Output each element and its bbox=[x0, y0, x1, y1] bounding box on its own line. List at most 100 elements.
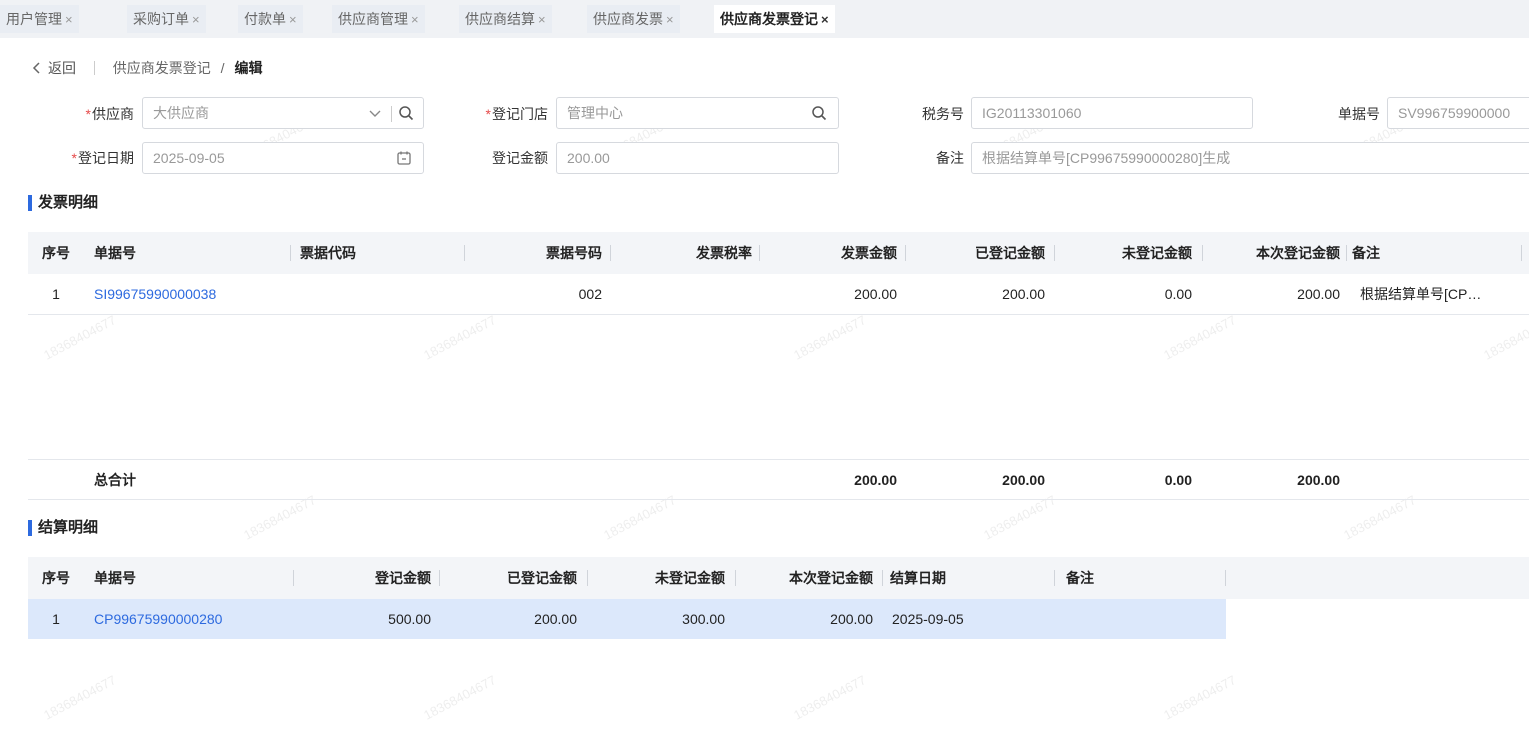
search-icon[interactable] bbox=[811, 105, 827, 121]
tab-label: 采购订单 bbox=[133, 11, 189, 27]
tab-payment[interactable]: 付款单 × bbox=[238, 5, 303, 33]
row-seq: 1 bbox=[52, 611, 60, 627]
supplier-label-text: 供应商 bbox=[92, 106, 134, 122]
close-icon[interactable]: × bbox=[289, 12, 297, 27]
row-number: 002 bbox=[578, 286, 602, 302]
close-icon[interactable]: × bbox=[538, 12, 546, 27]
close-icon[interactable]: × bbox=[65, 12, 73, 27]
supplier-select[interactable] bbox=[142, 97, 424, 129]
row-doc-no-link[interactable]: SI99675990000038 bbox=[94, 274, 284, 314]
reg-date-label: *登记日期 bbox=[40, 142, 134, 174]
divider bbox=[391, 106, 392, 122]
remark-input[interactable] bbox=[972, 143, 1529, 173]
required-mark: * bbox=[485, 106, 491, 122]
remark-field[interactable] bbox=[971, 142, 1529, 174]
close-icon[interactable]: × bbox=[411, 12, 419, 27]
search-icon[interactable] bbox=[398, 105, 414, 121]
total-registered: 200.00 bbox=[1002, 472, 1045, 488]
close-icon[interactable]: × bbox=[821, 12, 829, 27]
calendar-icon[interactable] bbox=[396, 150, 412, 166]
reg-date-input[interactable] bbox=[143, 143, 423, 173]
col-amount: 发票金额 bbox=[841, 245, 897, 261]
tab-label: 供应商发票登记 bbox=[720, 11, 818, 27]
tab-label: 供应商管理 bbox=[338, 11, 408, 27]
breadcrumb: 返回 供应商发票登记 / 编辑 bbox=[32, 57, 262, 79]
store-label-text: 登记门店 bbox=[492, 106, 548, 122]
total-unregistered: 0.00 bbox=[1164, 472, 1192, 488]
breadcrumb-divider: / bbox=[220, 60, 225, 76]
col-divider bbox=[1521, 245, 1522, 261]
col-divider bbox=[905, 245, 906, 261]
tax-no-field[interactable] bbox=[971, 97, 1253, 129]
row-code bbox=[300, 274, 460, 314]
tab-label: 供应商结算 bbox=[465, 11, 535, 27]
col-divider bbox=[759, 245, 760, 261]
row-unregistered: 0.00 bbox=[1164, 286, 1192, 302]
tab-purchase-order[interactable]: 采购订单 × bbox=[127, 5, 206, 33]
doc-no-label: 单据号 bbox=[1338, 106, 1380, 122]
settle-section-title: 结算明细 bbox=[28, 518, 98, 538]
settle-table-header: 序号 单据号 登记金额 已登记金额 未登记金额 本次登记金额 结算日期 备注 bbox=[28, 557, 1529, 599]
total-this-time: 200.00 bbox=[1297, 472, 1340, 488]
back-label: 返回 bbox=[48, 60, 76, 76]
store-input[interactable] bbox=[557, 98, 838, 128]
col-seq: 序号 bbox=[42, 570, 70, 586]
invoice-section-title: 发票明细 bbox=[28, 193, 98, 213]
back-button[interactable]: 返回 bbox=[32, 60, 80, 76]
col-seq: 序号 bbox=[42, 245, 70, 261]
col-registered: 已登记金额 bbox=[507, 570, 577, 586]
tab-supplier-invoice[interactable]: 供应商发票 × bbox=[587, 5, 680, 33]
doc-no-input[interactable] bbox=[1388, 98, 1529, 128]
col-divider bbox=[1225, 570, 1226, 586]
col-reg-amount: 登记金额 bbox=[375, 570, 431, 586]
row-amount: 200.00 bbox=[854, 286, 897, 302]
col-number: 票据号码 bbox=[546, 245, 602, 261]
row-reg-amount: 500.00 bbox=[388, 611, 431, 627]
chevron-down-icon[interactable] bbox=[367, 105, 383, 121]
reg-amount-input[interactable] bbox=[557, 143, 838, 173]
tab-user-management[interactable]: 用户管理 × bbox=[0, 5, 79, 33]
col-divider bbox=[293, 570, 294, 586]
col-divider bbox=[439, 570, 440, 586]
tab-supplier-management[interactable]: 供应商管理 × bbox=[332, 5, 425, 33]
watermark: 18368404677 bbox=[791, 312, 869, 363]
row-remark bbox=[1066, 599, 1216, 639]
tab-label: 付款单 bbox=[244, 11, 286, 27]
close-icon[interactable]: × bbox=[666, 12, 674, 27]
tab-supplier-settlement[interactable]: 供应商结算 × bbox=[459, 5, 552, 33]
invoice-table-header: 序号 单据号 票据代码 票据号码 发票税率 发票金额 已登记金额 未登记金额 本… bbox=[28, 232, 1529, 274]
store-label: *登记门店 bbox=[456, 98, 548, 130]
watermark: 18368404677 bbox=[41, 312, 119, 363]
col-remark: 备注 bbox=[1352, 245, 1380, 261]
col-unregistered: 未登记金额 bbox=[655, 570, 725, 586]
row-this-time: 200.00 bbox=[1297, 286, 1340, 302]
reg-date-label-text: 登记日期 bbox=[78, 150, 134, 166]
divider bbox=[93, 61, 95, 75]
col-remark: 备注 bbox=[1066, 570, 1094, 586]
col-divider bbox=[1346, 245, 1347, 261]
reg-date-picker[interactable] bbox=[142, 142, 424, 174]
row-date: 2025-09-05 bbox=[892, 611, 964, 627]
reg-amount-label: 登记金额 bbox=[492, 150, 548, 166]
chevron-left-icon bbox=[32, 62, 40, 74]
total-amount: 200.00 bbox=[854, 472, 897, 488]
breadcrumb-parent[interactable]: 供应商发票登记 bbox=[113, 60, 211, 76]
col-doc-no: 单据号 bbox=[94, 570, 136, 586]
store-field[interactable] bbox=[556, 97, 839, 129]
close-icon[interactable]: × bbox=[192, 12, 200, 27]
watermark: 18368404677 bbox=[1161, 672, 1239, 723]
doc-no-field[interactable] bbox=[1387, 97, 1529, 129]
tab-label: 供应商发票 bbox=[593, 11, 663, 27]
reg-amount-field[interactable] bbox=[556, 142, 839, 174]
col-divider bbox=[290, 245, 291, 261]
col-divider bbox=[882, 570, 883, 586]
tax-no-input[interactable] bbox=[972, 98, 1252, 128]
col-unregistered: 未登记金额 bbox=[1122, 245, 1192, 261]
watermark: 18368404677 bbox=[421, 672, 499, 723]
col-doc-no: 单据号 bbox=[94, 245, 136, 261]
row-divider bbox=[28, 314, 1529, 315]
row-doc-no-link[interactable]: CP99675990000280 bbox=[94, 599, 284, 639]
row-registered: 200.00 bbox=[1002, 286, 1045, 302]
col-this-time: 本次登记金额 bbox=[1256, 245, 1340, 261]
tab-supplier-invoice-register[interactable]: 供应商发票登记 × bbox=[714, 5, 835, 33]
